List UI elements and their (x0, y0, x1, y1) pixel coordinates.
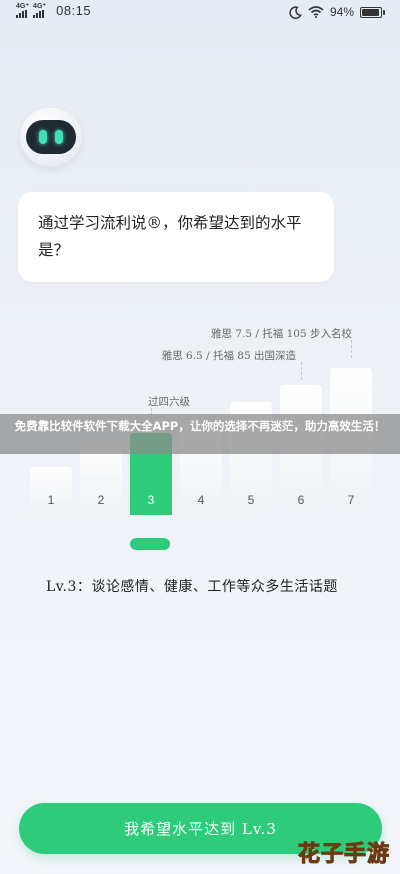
level-bar-number: 7 (347, 493, 355, 507)
battery-percent: 94% (329, 5, 354, 19)
level-marker-dash (301, 362, 302, 380)
status-right: 94% (289, 5, 385, 19)
battery-icon (360, 6, 385, 18)
selected-level-description: Lv.3：谈论感情、健康、工作等众多生活话题 (46, 579, 338, 595)
level-bar-number: 5 (247, 493, 255, 507)
level-bar-number: 2 (97, 493, 105, 507)
overlay-banner: 免费靠比较件软件下载大全APP，让你的选择不再迷茫，助力高效生活！ (0, 414, 400, 454)
level-marker-label: 雅思 6.5 / 托福 85 出国深造 (161, 350, 296, 362)
level-marker-label: 雅思 7.5 / 托福 105 步入名校 (211, 328, 352, 340)
question-bubble: 通过学习流利说®，你希望达到的水平是？ (18, 192, 334, 282)
sim1-signal-icon: 4G⁺ (16, 3, 29, 18)
sim2-network-label: 4G⁺ (33, 3, 47, 10)
do-not-disturb-moon-icon (289, 5, 302, 19)
level-marker-dash (351, 340, 352, 358)
level-bar-number: 3 (147, 493, 155, 507)
sim2-signal-icon: 4G⁺ (33, 3, 46, 18)
level-bar-2[interactable]: 2 (80, 447, 122, 515)
robot-right-eye (55, 130, 63, 144)
status-time: 08:15 (56, 3, 92, 18)
sim1-network-label: 4G⁺ (16, 3, 30, 10)
question-text: 通过学习流利说®，你希望达到的水平是？ (38, 214, 302, 259)
status-left: 4G⁺ 4G⁺ 08:15 (16, 3, 91, 18)
level-marker-label: 过四六级 (148, 396, 190, 408)
level-bar-number: 1 (47, 493, 55, 507)
level-bar-1[interactable]: 1 (30, 467, 72, 515)
selected-level-indicator (130, 538, 170, 550)
robot-avatar (20, 108, 82, 168)
level-bar-number: 4 (197, 493, 205, 507)
wifi-icon (308, 6, 324, 18)
robot-left-eye (39, 130, 47, 144)
status-bar: 4G⁺ 4G⁺ 08:15 94% (0, 0, 400, 26)
watermark-logo: 花子手游 (297, 842, 390, 868)
confirm-level-button-label: 我希望水平达到 Lv.3 (124, 820, 277, 838)
level-bar-number: 6 (297, 493, 305, 507)
